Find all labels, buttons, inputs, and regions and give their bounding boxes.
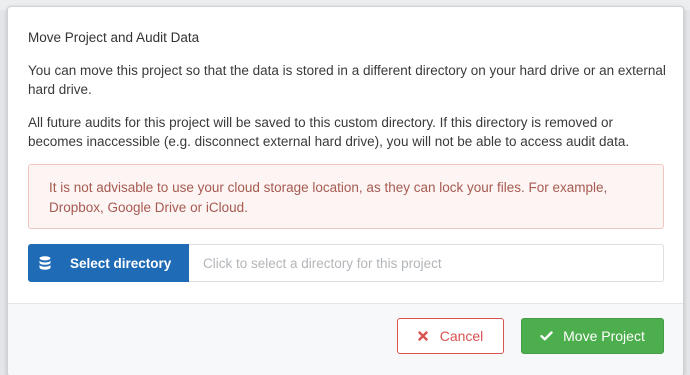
dialog-body: Move Project and Audit Data You can move… bbox=[8, 7, 683, 303]
close-icon bbox=[418, 331, 428, 341]
directory-path-input[interactable] bbox=[189, 244, 664, 282]
select-directory-button[interactable]: Select directory bbox=[28, 244, 189, 282]
cloud-storage-warning: It is not advisable to use your cloud st… bbox=[28, 164, 664, 229]
select-directory-label: Select directory bbox=[70, 255, 172, 271]
future-audits-paragraph: All future audits for this project will … bbox=[28, 115, 630, 149]
dialog-footer: Cancel Move Project bbox=[8, 303, 683, 375]
move-project-button[interactable]: Move Project bbox=[521, 318, 664, 354]
intro-paragraph: You can move this project so that the da… bbox=[28, 63, 666, 97]
cancel-button[interactable]: Cancel bbox=[397, 318, 504, 354]
database-icon bbox=[38, 255, 52, 271]
check-icon bbox=[540, 331, 553, 341]
cancel-label: Cancel bbox=[439, 328, 484, 344]
move-project-dialog: Move Project and Audit Data You can move… bbox=[7, 6, 684, 375]
warning-text: It is not advisable to use your cloud st… bbox=[49, 180, 608, 215]
move-project-label: Move Project bbox=[563, 328, 645, 344]
directory-picker: Select directory bbox=[28, 244, 664, 282]
dialog-title: Move Project and Audit Data bbox=[28, 30, 200, 45]
